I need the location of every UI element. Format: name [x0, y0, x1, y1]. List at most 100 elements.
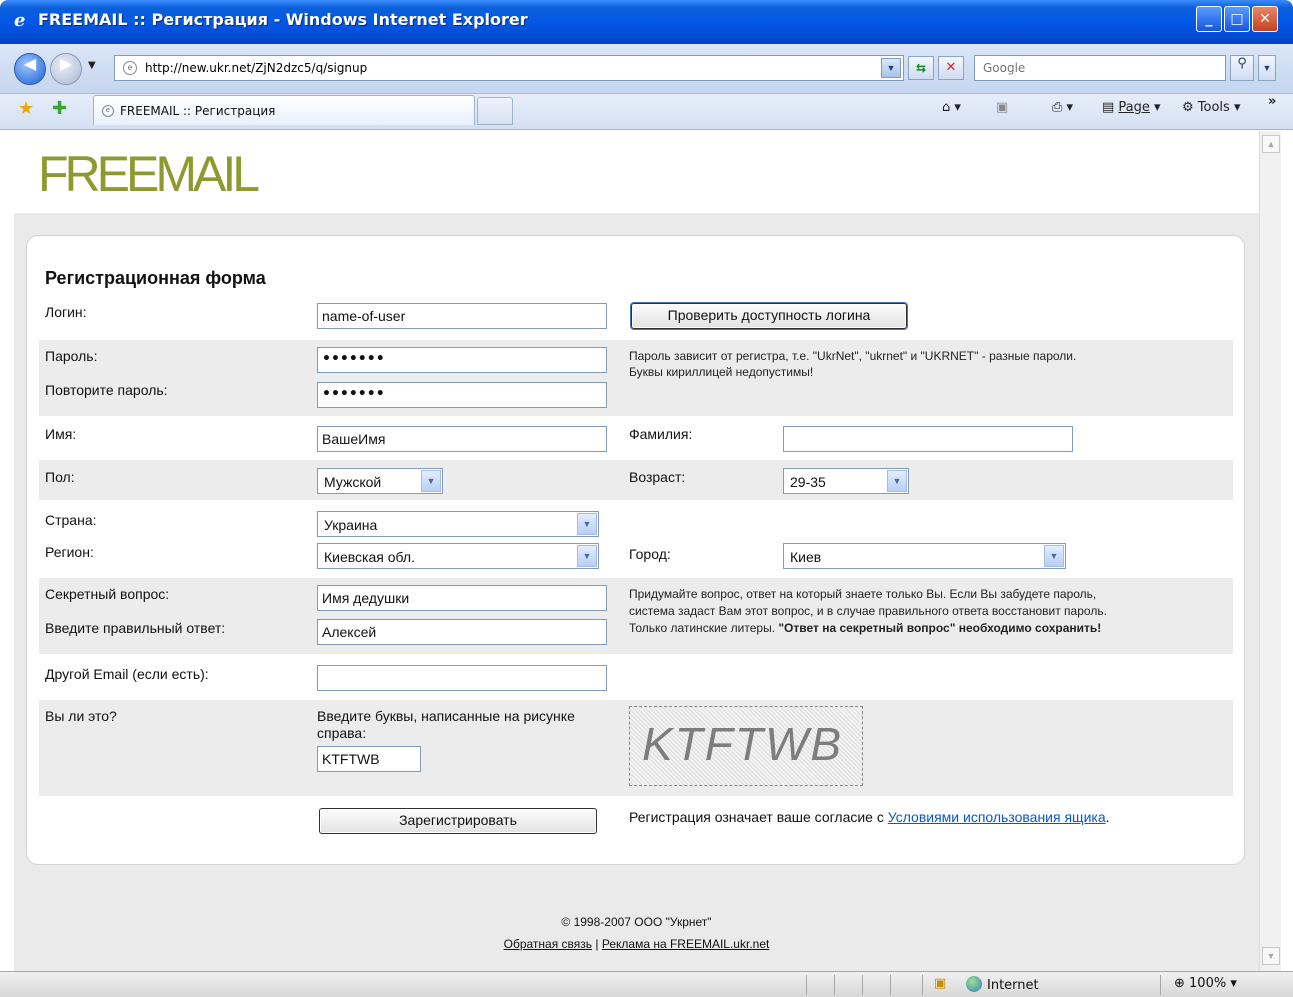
- search-options-icon[interactable]: ▼: [1258, 55, 1276, 81]
- password-input[interactable]: •••••••: [317, 347, 607, 373]
- last-name-input[interactable]: [783, 426, 1073, 452]
- footer-links: Обратная связь | Реклама на FREEMAIL.ukr…: [14, 937, 1259, 951]
- secret-question-label: Секретный вопрос:: [45, 586, 170, 602]
- minimize-button[interactable]: _: [1196, 6, 1222, 32]
- print-icon[interactable]: ⎙ ▾: [1052, 100, 1073, 115]
- gender-label: Пол:: [45, 469, 75, 485]
- password-section: Пароль: ••••••• Повторите пароль: ••••••…: [39, 340, 1233, 416]
- terms-link[interactable]: Условиями использования ящика: [888, 809, 1106, 825]
- zoom-value: 100%: [1189, 976, 1227, 991]
- refresh-button[interactable]: ⇆: [908, 56, 934, 80]
- login-label: Логин:: [45, 304, 87, 320]
- tab-current[interactable]: e FREEMAIL :: Регистрация: [93, 95, 475, 125]
- other-email-input[interactable]: [317, 665, 607, 691]
- password-note-line1: Пароль зависит от регистра, т.е. "UkrNet…: [629, 349, 1077, 363]
- captcha-instruction-line2: справа:: [317, 725, 367, 741]
- secret-answer-input[interactable]: Алексей: [317, 619, 607, 645]
- check-login-button[interactable]: Проверить доступность логина: [630, 302, 908, 330]
- zoom-control[interactable]: ⊕ 100% ▾: [1174, 976, 1237, 991]
- back-button[interactable]: ◀: [14, 53, 46, 85]
- status-divider: [922, 975, 923, 995]
- window-title: FREEMAIL :: Регистрация - Windows Intern…: [38, 10, 528, 29]
- window-title-bar: e FREEMAIL :: Регистрация - Windows Inte…: [0, 0, 1293, 44]
- agreement-end: .: [1105, 809, 1110, 825]
- add-favorites-icon[interactable]: ✚: [52, 98, 67, 119]
- secret-question-section: Секретный вопрос: Имя дедушки Введите пр…: [39, 578, 1233, 654]
- site-header: FREEMAIL: [14, 131, 1259, 213]
- gender-value: Мужской: [324, 474, 382, 490]
- feeds-icon[interactable]: ▣: [996, 100, 1008, 115]
- maximize-icon: □: [1230, 11, 1244, 27]
- tab-page-icon: e: [102, 105, 114, 117]
- region-label: Регион:: [45, 544, 94, 560]
- secret-note-line3: Только латинские литеры. "Ответ на секре…: [629, 620, 1101, 636]
- repeat-password-label: Повторите пароль:: [45, 382, 168, 398]
- password-note-line2: Буквы кириллицей недопустимы!: [629, 365, 814, 379]
- first-name-input[interactable]: ВашеИмя: [317, 426, 607, 452]
- footer-separator: |: [592, 937, 602, 951]
- repeat-password-input[interactable]: •••••••: [317, 382, 607, 408]
- address-url[interactable]: http://new.ukr.net/ZjN2dzc5/q/signup: [145, 61, 367, 75]
- forward-button[interactable]: ▶: [50, 53, 82, 85]
- form-title: Регистрационная форма: [45, 268, 266, 288]
- chevron-down-icon: ▼: [577, 545, 597, 567]
- city-label: Город:: [629, 546, 671, 562]
- copyright-text: © 1998-2007 ООО "Укрнет": [561, 915, 712, 929]
- chevron-down-icon: ▼: [577, 513, 597, 535]
- address-dropdown-icon[interactable]: ▼: [881, 58, 901, 78]
- country-select[interactable]: Украина ▼: [317, 511, 599, 537]
- captcha-image-text: KTFTWB: [642, 718, 844, 770]
- security-zone[interactable]: Internet: [966, 976, 1039, 993]
- search-box[interactable]: [974, 55, 1226, 81]
- captcha-input[interactable]: KTFTWB: [317, 746, 421, 772]
- page-menu[interactable]: ▤ Page ▾: [1102, 100, 1161, 115]
- vertical-scrollbar[interactable]: ▲ ▼: [1259, 131, 1281, 971]
- status-divider: [862, 975, 863, 995]
- secret-note-line1: Придумайте вопрос, ответ на который знае…: [629, 587, 1097, 601]
- address-bar[interactable]: e http://new.ukr.net/ZjN2dzc5/q/signup ▼: [114, 55, 904, 81]
- search-input[interactable]: [981, 57, 1221, 79]
- new-tab-button[interactable]: [477, 97, 513, 125]
- scroll-up-icon[interactable]: ▲: [1262, 135, 1280, 153]
- city-value: Киев: [790, 549, 822, 565]
- home-icon[interactable]: ⌂ ▾: [942, 100, 961, 115]
- protected-mode-icon[interactable]: ▣: [934, 976, 946, 991]
- status-divider: [834, 975, 835, 995]
- status-divider: [806, 975, 807, 995]
- captcha-section: Вы ли это? Введите буквы, написанные на …: [39, 700, 1233, 796]
- login-input[interactable]: name-of-user: [317, 303, 607, 329]
- page-menu-label: Page: [1118, 100, 1150, 115]
- more-commands-icon[interactable]: »: [1268, 94, 1276, 109]
- feedback-link[interactable]: Обратная связь: [504, 937, 592, 951]
- gender-age-section: Пол: Мужской ▼ Возраст: 29-35 ▼: [39, 460, 1233, 500]
- captcha-label: Вы ли это?: [45, 708, 117, 724]
- city-select[interactable]: Киев ▼: [783, 543, 1066, 569]
- search-icon[interactable]: ⚲: [1230, 55, 1254, 81]
- zone-label: Internet: [987, 978, 1039, 993]
- age-label: Возраст:: [629, 469, 686, 485]
- gender-select[interactable]: Мужской ▼: [317, 468, 443, 494]
- close-button[interactable]: ✕: [1252, 6, 1278, 32]
- secret-question-input[interactable]: Имя дедушки: [317, 585, 607, 611]
- password-label: Пароль:: [45, 348, 98, 364]
- age-select[interactable]: 29-35 ▼: [783, 468, 909, 494]
- other-email-label: Другой Email (если есть):: [45, 666, 209, 682]
- captcha-image: KTFTWB: [629, 706, 863, 786]
- stop-button[interactable]: ✕: [938, 56, 964, 80]
- secret-note-line2: система задаст Вам этот вопрос, и в случ…: [629, 604, 1107, 618]
- agreement-plain: Регистрация означает ваше согласие с: [629, 809, 888, 825]
- recent-pages-dropdown-icon[interactable]: ▼: [88, 60, 96, 71]
- register-button[interactable]: Зарегистрировать: [319, 808, 597, 834]
- favorites-star-icon[interactable]: ★: [18, 98, 34, 119]
- ads-link[interactable]: Реклама на FREEMAIL.ukr.net: [602, 937, 769, 951]
- scroll-down-icon[interactable]: ▼: [1262, 947, 1280, 965]
- first-name-label: Имя:: [45, 426, 77, 442]
- site-logo[interactable]: FREEMAIL: [38, 145, 260, 203]
- chevron-down-icon: ▼: [887, 470, 907, 492]
- status-divider: [890, 975, 891, 995]
- chevron-down-icon: ▼: [1044, 545, 1064, 567]
- region-select[interactable]: Киевская обл. ▼: [317, 543, 599, 569]
- maximize-button[interactable]: □: [1224, 6, 1250, 32]
- tools-menu[interactable]: ⚙ Tools ▾: [1182, 100, 1241, 115]
- region-value: Киевская обл.: [324, 549, 415, 565]
